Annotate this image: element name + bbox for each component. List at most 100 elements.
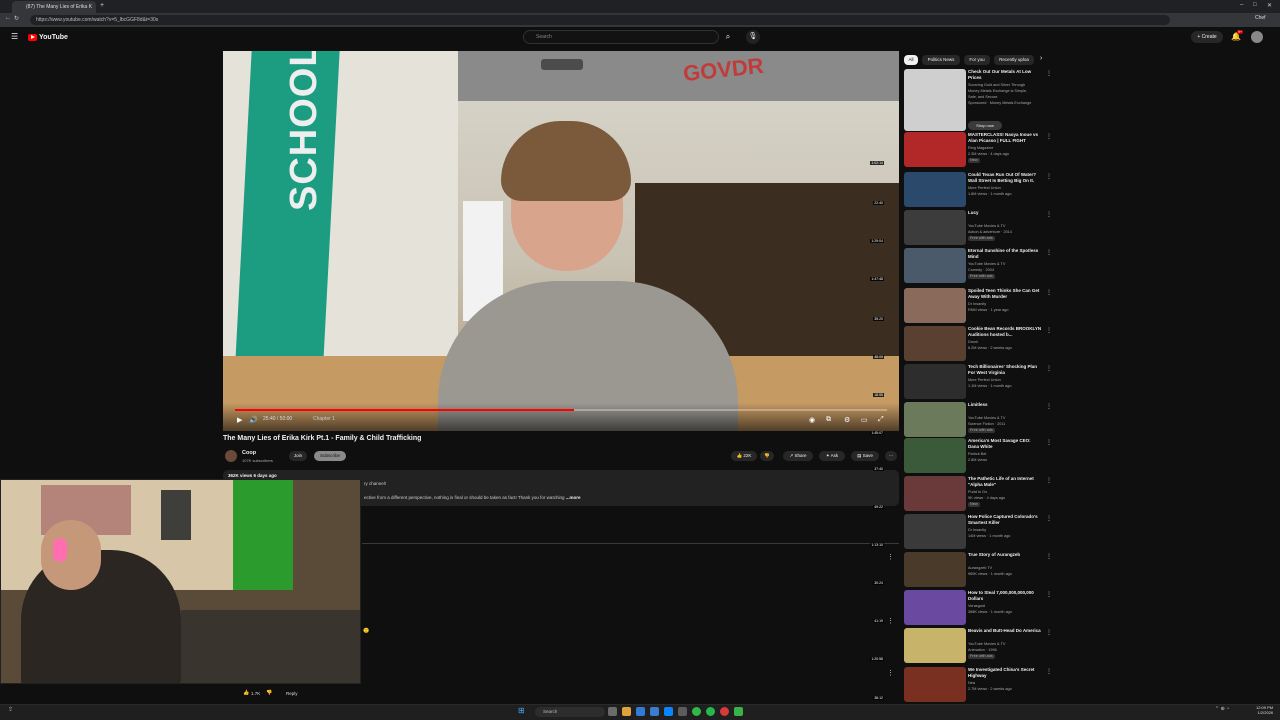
recommendation-item[interactable]: 18:55 Tech Billionaires' Shocking Plan Fo…: [873, 364, 1052, 400]
app-icon[interactable]: [734, 707, 743, 716]
video-player[interactable]: GOVDR SCHOOL ▶ 🔊 25:40 / 50:00 Chapter 1…: [223, 51, 899, 431]
more-options-icon[interactable]: ⋮: [1046, 327, 1052, 334]
share-button[interactable]: ↗ Share: [783, 451, 813, 461]
play-icon[interactable]: ▶: [237, 416, 242, 424]
recommendation-meta[interactable]: Sourcing Gold and Silver Through: [968, 83, 1025, 88]
recommendation-item[interactable]: Check Out Our Metals At Low Prices Sourci…: [904, 69, 1052, 131]
recommendation-meta[interactable]: Pudd to Go: [968, 490, 987, 495]
chevron-right-icon[interactable]: ›: [1040, 55, 1042, 62]
more-options-icon[interactable]: ⋮: [1046, 70, 1052, 77]
recommendation-item[interactable]: 41:19 How to Steal 7,000,000,000,000 Doll…: [873, 590, 1052, 626]
more-options-icon[interactable]: ⋮: [1046, 211, 1052, 218]
chip-all[interactable]: All: [904, 55, 918, 65]
app-icon[interactable]: [664, 707, 673, 716]
more-options-icon[interactable]: ⋮: [1046, 515, 1052, 522]
recommendation-item[interactable]: 35:20 Spoiled Teen Thinks She Can Get Awa…: [873, 288, 1052, 324]
menu-icon[interactable]: ☰: [11, 32, 18, 41]
settings-gear-icon[interactable]: ⚙: [844, 416, 850, 424]
chapter-label[interactable]: Chapter 1: [313, 416, 335, 422]
more-options-icon[interactable]: ⋮: [1046, 553, 1052, 560]
recommendation-meta[interactable]: More Perfect Union: [968, 378, 1001, 383]
widgets-icon[interactable]: ⇪: [8, 706, 13, 713]
recommendation-item[interactable]: 49:22 The Pathetic Life of an Internet "A…: [873, 476, 1052, 512]
video-thumbnail[interactable]: 1:13:10: [870, 514, 966, 549]
more-options-icon[interactable]: ⋮: [1046, 249, 1052, 256]
recommendation-meta[interactable]: Ring Magazine: [968, 146, 993, 151]
recommendation-meta[interactable]: Dr Insanity: [968, 528, 986, 533]
taskbar-search[interactable]: Search: [535, 707, 605, 717]
ask-button[interactable]: ✦ Ask: [819, 451, 845, 461]
recommendation-title[interactable]: Cookie Bean Records BROOKLYN Auditions h…: [968, 326, 1042, 338]
dislike-icon[interactable]: 👎: [760, 451, 774, 461]
recommendation-item[interactable]: 22:40 Could Texas Run Out Of Water? Wall …: [873, 172, 1052, 208]
video-thumbnail[interactable]: 1:47:48: [870, 248, 966, 283]
theater-mode-icon[interactable]: ▭: [861, 416, 868, 424]
channel-name[interactable]: Coop: [242, 450, 256, 456]
windows-start-icon[interactable]: ⊞: [518, 706, 525, 715]
video-thumbnail[interactable]: 1:20:58: [870, 628, 966, 663]
recommendation-item[interactable]: 1:02:14 MASTERCLASS! Naoya Inoue vs Alan …: [870, 132, 1052, 168]
recommendation-meta[interactable]: More Perfect Union: [968, 186, 1001, 191]
microphone-icon[interactable]: 🎙: [746, 30, 760, 44]
more-options-icon[interactable]: ⋮: [1046, 173, 1052, 180]
recommendation-title[interactable]: Lucy: [968, 210, 1042, 216]
recommendation-meta[interactable]: Nea: [968, 681, 975, 686]
subscribe-button[interactable]: Subscribe: [314, 451, 346, 461]
address-bar[interactable]: https://www.youtube.com/watch?v=5_lbcGGF…: [30, 15, 1170, 25]
recommendation-meta[interactable]: Patrick Bet: [968, 452, 986, 457]
recommendation-title[interactable]: How Police Captured Colorado's Smartest …: [968, 514, 1042, 526]
comment-menu-icon[interactable]: ⋮: [887, 669, 894, 677]
close-window-icon[interactable]: ✕: [1267, 2, 1272, 9]
recommendation-title[interactable]: Spoiled Teen Thinks She Can Get Away Wit…: [968, 288, 1042, 300]
video-thumbnail[interactable]: 1:45:07: [870, 402, 966, 437]
recommendation-title[interactable]: How to Steal 7,000,000,000,000 Dollars: [968, 590, 1042, 602]
save-button[interactable]: ▤ Save: [851, 451, 879, 461]
video-thumbnail[interactable]: 35:20: [873, 288, 966, 323]
recommendation-title[interactable]: Tech Billionaires' Shocking Plan For Wes…: [968, 364, 1042, 376]
video-thumbnail[interactable]: 1:02:14: [870, 132, 966, 167]
system-tray-icons[interactable]: ⌃ ⊕ ◔: [1215, 706, 1229, 712]
more-options-icon[interactable]: ⋮: [1046, 403, 1052, 410]
chip-recently-uploaded[interactable]: Recently uploa: [994, 55, 1034, 65]
maximize-icon[interactable]: □: [1253, 2, 1257, 8]
comment-like-icon[interactable]: 👍: [243, 690, 249, 696]
volume-icon[interactable]: 🔊: [249, 416, 258, 424]
overlay-controls[interactable]: [541, 59, 583, 70]
video-thumbnail[interactable]: 30:24: [873, 552, 966, 587]
recommendation-meta[interactable]: YouTube Movies & TV: [968, 642, 1005, 647]
recommendation-title[interactable]: Could Texas Run Out Of Water? Wall Stree…: [968, 172, 1042, 184]
taskbar-clock[interactable]: 12:09 PM 1/2/2026: [1256, 705, 1273, 715]
recommendation-item[interactable]: 48:09 Cookie Bean Records BROOKLYN Auditi…: [873, 326, 1052, 362]
store-icon[interactable]: [650, 707, 659, 716]
chip-politics-news[interactable]: Politics News: [922, 55, 960, 65]
recommendation-meta[interactable]: Aurangzeb TV: [968, 566, 992, 571]
more-options-icon[interactable]: ⋮: [1046, 668, 1052, 675]
more-options-icon[interactable]: ⋮: [1046, 289, 1052, 296]
video-thumbnail[interactable]: 37:40: [873, 438, 966, 473]
video-thumbnail[interactable]: 49:22: [873, 476, 966, 511]
account-avatar[interactable]: [1251, 31, 1263, 43]
video-thumbnail[interactable]: 41:19: [873, 590, 966, 625]
shop-now-button[interactable]: Shop now: [968, 121, 1002, 130]
app-icon[interactable]: [678, 707, 687, 716]
recommendation-item[interactable]: 1:45:07 Limitless YouTube Movies & TV Scien…: [870, 402, 1052, 438]
video-thumbnail[interactable]: [904, 69, 966, 131]
video-thumbnail[interactable]: 18:55: [873, 364, 966, 399]
comment-menu-icon[interactable]: ⋮: [887, 617, 894, 625]
app-icon[interactable]: [706, 707, 715, 716]
recommendation-item[interactable]: 1:13:10 How Police Captured Colorado's Sm…: [870, 514, 1052, 550]
like-button[interactable]: 👍 22K: [731, 451, 757, 461]
recommendation-item[interactable]: 30:24 True Story of Aurangzeb Aurangzeb TV…: [873, 552, 1052, 588]
recommendation-item[interactable]: 38:12 We Investigated China's Secret High…: [873, 667, 1052, 703]
create-button[interactable]: + Create: [1191, 31, 1223, 43]
back-icon[interactable]: ←: [5, 15, 11, 21]
more-options-icon[interactable]: ⋮: [1046, 477, 1052, 484]
recommendation-meta[interactable]: YouTube Movies & TV: [968, 416, 1005, 421]
recommendation-title[interactable]: America's Most Savage CEO: Dana White: [968, 438, 1042, 450]
fullscreen-icon[interactable]: ⤢: [878, 416, 884, 424]
captions-icon[interactable]: ⧉: [826, 416, 831, 424]
video-thumbnail[interactable]: 1:29:04: [870, 210, 966, 245]
recommendation-title[interactable]: True Story of Aurangzeb: [968, 552, 1042, 558]
reload-icon[interactable]: ↻: [14, 15, 19, 22]
more-options-icon[interactable]: ⋮: [1046, 629, 1052, 636]
